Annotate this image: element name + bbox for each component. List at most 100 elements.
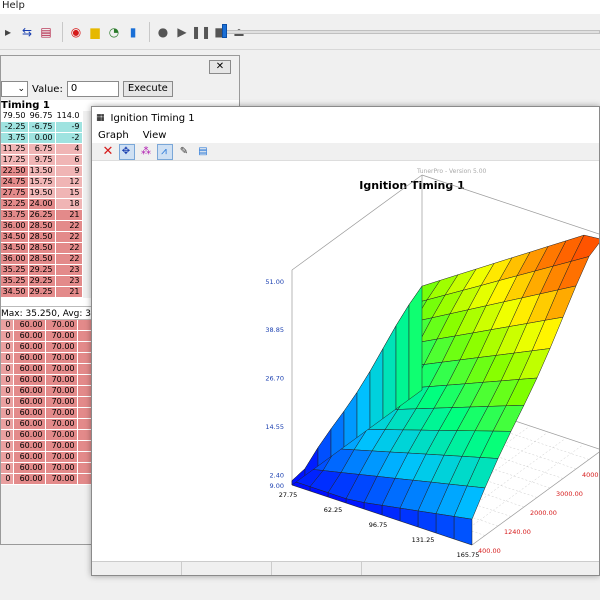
menu-graph[interactable]: Graph — [98, 129, 129, 143]
table-cell[interactable]: 28.50 — [28, 253, 56, 265]
table-cell[interactable]: 9.75 — [28, 154, 56, 166]
table-cell[interactable]: 36.00 — [1, 253, 29, 265]
table-cell[interactable]: 60.00 — [13, 473, 46, 485]
table-cell[interactable]: 0 — [1, 440, 14, 452]
table-cell[interactable]: 24.75 — [1, 176, 29, 188]
table-cell[interactable]: 32.25 — [1, 198, 29, 210]
table-cell[interactable]: 70.00 — [45, 341, 78, 353]
table-cell[interactable]: -9 — [55, 121, 83, 133]
scatter-icon[interactable]: ⁂ — [138, 144, 154, 160]
table-cell[interactable]: 33.75 — [1, 209, 29, 221]
table-cell[interactable]: 34.50 — [1, 231, 29, 243]
table-cell[interactable]: 0 — [1, 385, 14, 397]
pause-icon[interactable]: ❚❚ — [191, 24, 211, 40]
table-cell[interactable]: 60.00 — [13, 462, 46, 474]
table-cell[interactable]: 0 — [1, 396, 14, 408]
table-cell[interactable]: 60.00 — [13, 330, 46, 342]
table-cell[interactable]: 27.75 — [1, 187, 29, 199]
chart-bars-icon[interactable]: ▮ — [125, 24, 141, 40]
cursor-icon[interactable]: ▸ — [0, 24, 16, 40]
table-cell[interactable]: 28.50 — [28, 242, 56, 254]
table-cell[interactable]: 70.00 — [45, 429, 78, 441]
table-cell[interactable]: 60.00 — [13, 440, 46, 452]
table-cell[interactable]: 70.00 — [45, 385, 78, 397]
playback-slider-track[interactable] — [222, 30, 600, 34]
table-cell[interactable]: 35.25 — [1, 264, 29, 276]
table-cell[interactable]: 15.75 — [28, 176, 56, 188]
table-cell[interactable]: 28.50 — [28, 231, 56, 243]
table-cell[interactable]: 0 — [1, 341, 14, 353]
execute-button[interactable]: Execute — [122, 81, 173, 97]
table-cell[interactable]: 23 — [55, 264, 83, 276]
folder-icon[interactable]: ▆ — [87, 24, 103, 40]
table-cell[interactable]: 22 — [55, 220, 83, 232]
table-cell[interactable]: 22 — [55, 253, 83, 265]
table-cell[interactable]: 70.00 — [45, 396, 78, 408]
table-cell[interactable]: 22 — [55, 231, 83, 243]
table-cell[interactable]: 29.25 — [28, 275, 56, 287]
playback-slider-thumb[interactable] — [222, 24, 227, 38]
table-cell[interactable]: 0 — [1, 429, 14, 441]
table-cell[interactable]: -2 — [55, 132, 83, 144]
table-cell[interactable]: 34.50 — [1, 242, 29, 254]
table-cell[interactable]: 70.00 — [45, 462, 78, 474]
table-cell[interactable]: 21 — [55, 286, 83, 298]
table-cell[interactable]: 0 — [1, 473, 14, 485]
table-cell[interactable]: 29.25 — [28, 264, 56, 276]
table-cell[interactable]: 0 — [1, 407, 14, 419]
table-cell[interactable]: 9 — [55, 165, 83, 177]
table-cell[interactable]: 11.25 — [1, 143, 29, 155]
table-cell[interactable]: 4 — [55, 143, 83, 155]
table-cell[interactable]: 0.00 — [28, 132, 56, 144]
record-icon[interactable]: ● — [155, 24, 171, 40]
table-cell[interactable]: 60.00 — [13, 407, 46, 419]
value-input[interactable]: 0 — [66, 81, 119, 97]
table-cell[interactable]: 23 — [55, 275, 83, 287]
table-cell[interactable]: 70.00 — [45, 330, 78, 342]
table-cell[interactable]: -2.25 — [1, 121, 29, 133]
surface-chart[interactable]: TunerPro - Version 5.00 Ignition Timing … — [92, 163, 599, 563]
table-cell[interactable]: 60.00 — [13, 374, 46, 386]
table-cell[interactable]: 60.00 — [13, 385, 46, 397]
close-icon[interactable]: ✕ — [209, 60, 231, 74]
table-cell[interactable]: 18 — [55, 198, 83, 210]
table-cell[interactable]: 70.00 — [45, 407, 78, 419]
table-cell[interactable]: 6.75 — [28, 143, 56, 155]
table-cell[interactable]: 19.50 — [28, 187, 56, 199]
table-cell[interactable]: 0 — [1, 352, 14, 364]
table-cell[interactable]: 60.00 — [13, 451, 46, 463]
table-cell[interactable]: 22.50 — [1, 165, 29, 177]
table-cell[interactable]: 70.00 — [45, 440, 78, 452]
table-cell[interactable]: 70.00 — [45, 320, 78, 331]
table-cell[interactable]: 70.00 — [45, 352, 78, 364]
table-cell[interactable]: 15 — [55, 187, 83, 199]
table-cell[interactable]: 26.25 — [28, 209, 56, 221]
table-cell[interactable]: 60.00 — [13, 429, 46, 441]
menu-help[interactable]: Help — [2, 0, 25, 11]
table-cell[interactable]: 24.00 — [28, 198, 56, 210]
table-cell[interactable]: 0 — [1, 320, 14, 331]
table-cell[interactable]: 0 — [1, 418, 14, 430]
table-cell[interactable]: 17.25 — [1, 154, 29, 166]
operation-dropdown[interactable]: ⌄ — [1, 81, 28, 97]
table-cell[interactable]: 36.00 — [1, 220, 29, 232]
table-cell[interactable]: 70.00 — [45, 418, 78, 430]
table-cell[interactable]: 28.50 — [28, 220, 56, 232]
table-cell[interactable]: 3.75 — [1, 132, 29, 144]
save-chip-icon[interactable]: ▤ — [38, 24, 54, 40]
swap-arrows-icon[interactable]: ⇆ — [19, 24, 35, 40]
play-icon[interactable]: ▶ — [174, 24, 190, 40]
table-cell[interactable]: 0 — [1, 330, 14, 342]
table-cell[interactable]: 35.25 — [1, 275, 29, 287]
table-cell[interactable]: 34.50 — [1, 286, 29, 298]
target-icon[interactable]: ◉ — [68, 24, 84, 40]
table-cell[interactable]: 70.00 — [45, 374, 78, 386]
table-cell[interactable]: 70.00 — [45, 451, 78, 463]
table-cell[interactable]: 0 — [1, 451, 14, 463]
table-cell[interactable]: 22 — [55, 242, 83, 254]
edit-graph-icon[interactable]: ✎ — [176, 144, 192, 160]
table-cell[interactable]: 60.00 — [13, 320, 46, 331]
table-cell[interactable]: 60.00 — [13, 418, 46, 430]
rotate-move-icon[interactable]: ✥ — [119, 143, 135, 160]
table-cell[interactable]: -6.75 — [28, 121, 56, 133]
